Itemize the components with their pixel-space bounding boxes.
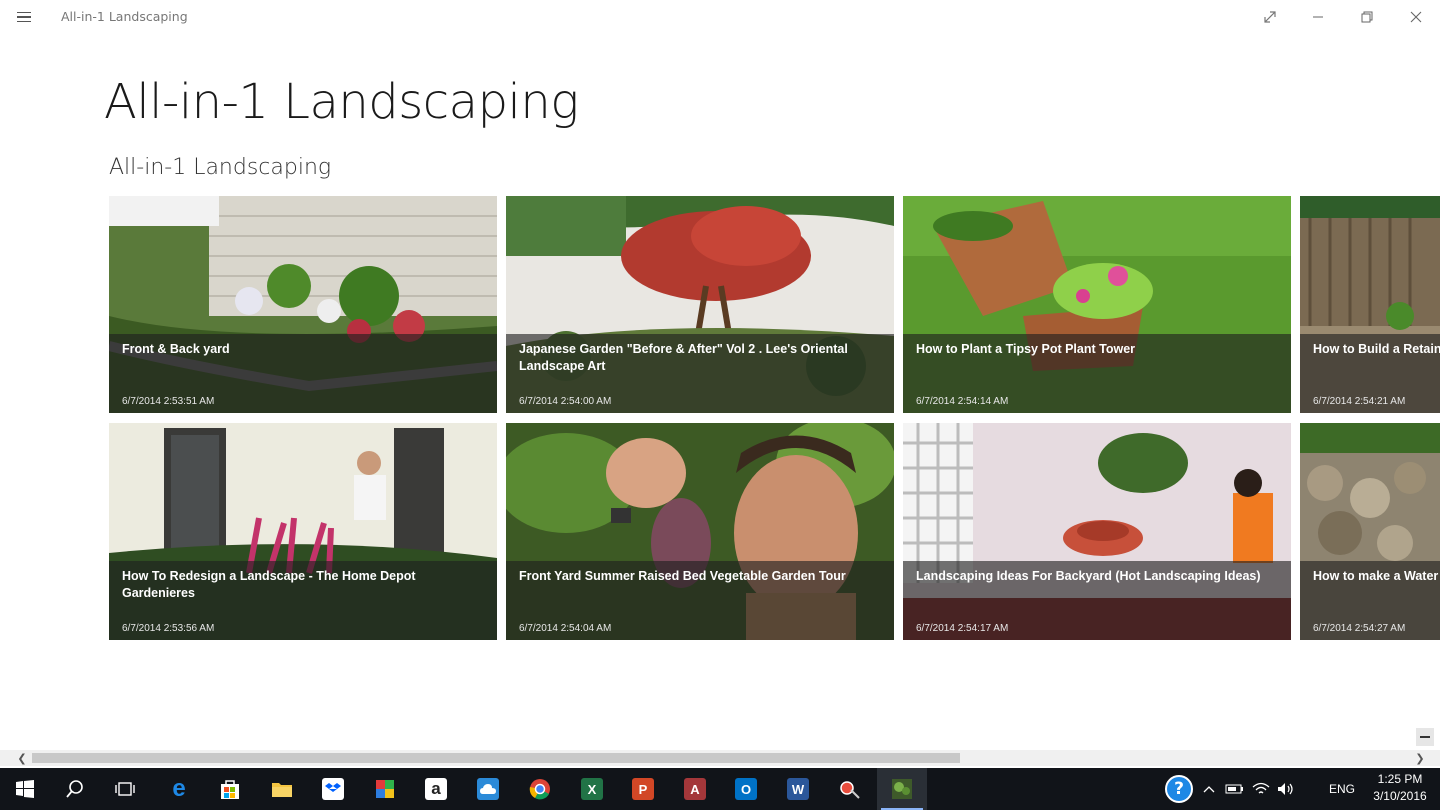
page-title: All-in-1 Landscaping [104, 74, 579, 130]
video-title: Japanese Garden "Before & After" Vol 2 .… [519, 342, 848, 373]
video-tile[interactable]: How to make a Water 6/7/2014 2:54:27 AM [1300, 423, 1440, 640]
video-date: 6/7/2014 2:54:00 AM [519, 396, 612, 407]
video-tile[interactable]: How to Build a Retain 6/7/2014 2:54:21 A… [1300, 196, 1440, 413]
edge-icon[interactable]: e [154, 768, 204, 810]
show-hidden-icons-icon[interactable] [1198, 768, 1220, 810]
task-view-icon[interactable] [100, 768, 150, 810]
video-date: 6/7/2014 2:54:04 AM [519, 623, 612, 634]
paint-icon[interactable] [360, 768, 410, 810]
video-date: 6/7/2014 2:54:17 AM [916, 623, 1009, 634]
search-icon[interactable] [50, 768, 100, 810]
video-title: How to Plant a Tipsy Pot Plant Tower [916, 342, 1136, 356]
video-title: Front Yard Summer Raised Bed Vegetable G… [519, 569, 846, 583]
video-title: Landscaping Ideas For Backyard (Hot Land… [916, 569, 1261, 583]
video-title: How to Build a Retain [1313, 342, 1440, 356]
video-tile[interactable]: Landscaping Ideas For Backyard (Hot Land… [903, 423, 1291, 640]
video-tile[interactable]: How To Redesign a Landscape - The Home D… [109, 423, 497, 640]
amazon-icon[interactable]: a [411, 768, 461, 810]
video-grid: Front & Back yard 6/7/2014 2:53:51 AM Ja… [109, 196, 1440, 640]
powerpoint-icon[interactable]: P [618, 768, 668, 810]
video-tile[interactable]: How to Plant a Tipsy Pot Plant Tower 6/7… [903, 196, 1291, 413]
volume-icon[interactable] [1274, 768, 1298, 810]
close-button[interactable] [1392, 0, 1440, 34]
clock-time: 1:25 PM [1377, 772, 1423, 786]
video-date: 6/7/2014 2:53:56 AM [122, 623, 215, 634]
dropbox-icon[interactable] [308, 768, 358, 810]
start-icon[interactable] [0, 768, 50, 810]
video-date: 6/7/2014 2:54:21 AM [1313, 396, 1406, 407]
zoom-out-button[interactable] [1416, 728, 1434, 746]
taskbar: e a X P A O W ? ENG 1:25 PM 3/10/2016 [0, 768, 1440, 810]
video-title: How to make a Water [1313, 569, 1439, 583]
horizontal-scrollbar[interactable]: ❮ ❯ [0, 750, 1440, 766]
window-title: All-in-1 Landscaping [61, 9, 188, 24]
restore-button[interactable] [1343, 0, 1391, 34]
word-icon[interactable]: W [773, 768, 823, 810]
hamburger-menu-icon[interactable] [12, 8, 36, 26]
battery-icon[interactable] [1222, 768, 1248, 810]
help-icon[interactable]: ? [1162, 768, 1196, 810]
title-bar: All-in-1 Landscaping [0, 0, 1440, 34]
video-tile[interactable]: Front Yard Summer Raised Bed Vegetable G… [506, 423, 894, 640]
scrollbar-thumb[interactable] [32, 753, 960, 763]
clock[interactable]: 1:25 PM 3/10/2016 [1364, 771, 1436, 805]
store-icon[interactable] [205, 768, 255, 810]
access-icon[interactable]: A [670, 768, 720, 810]
excel-icon[interactable]: X [567, 768, 617, 810]
video-tile[interactable]: Japanese Garden "Before & After" Vol 2 .… [506, 196, 894, 413]
section-title[interactable]: All-in-1 Landscaping [109, 155, 331, 180]
outlook-icon[interactable]: O [721, 768, 771, 810]
onedrive-icon[interactable] [463, 768, 513, 810]
video-tile[interactable]: Front & Back yard 6/7/2014 2:53:51 AM [109, 196, 497, 413]
clock-date: 3/10/2016 [1373, 789, 1427, 803]
file-explorer-icon[interactable] [257, 768, 307, 810]
fullscreen-icon[interactable] [1246, 0, 1294, 34]
minimize-button[interactable] [1294, 0, 1342, 34]
video-date: 6/7/2014 2:53:51 AM [122, 396, 215, 407]
video-date: 6/7/2014 2:54:27 AM [1313, 623, 1406, 634]
landscaping-app-icon[interactable] [877, 768, 927, 810]
wifi-icon[interactable] [1249, 768, 1273, 810]
video-title: Front & Back yard [122, 342, 230, 356]
video-title: How To Redesign a Landscape - The Home D… [122, 569, 416, 600]
chrome-icon[interactable] [515, 768, 565, 810]
snipping-icon[interactable] [825, 768, 875, 810]
scroll-left-icon[interactable]: ❮ [14, 750, 30, 766]
language-indicator[interactable]: ENG [1322, 768, 1362, 810]
video-date: 6/7/2014 2:54:14 AM [916, 396, 1009, 407]
scroll-right-icon[interactable]: ❯ [1412, 750, 1428, 766]
